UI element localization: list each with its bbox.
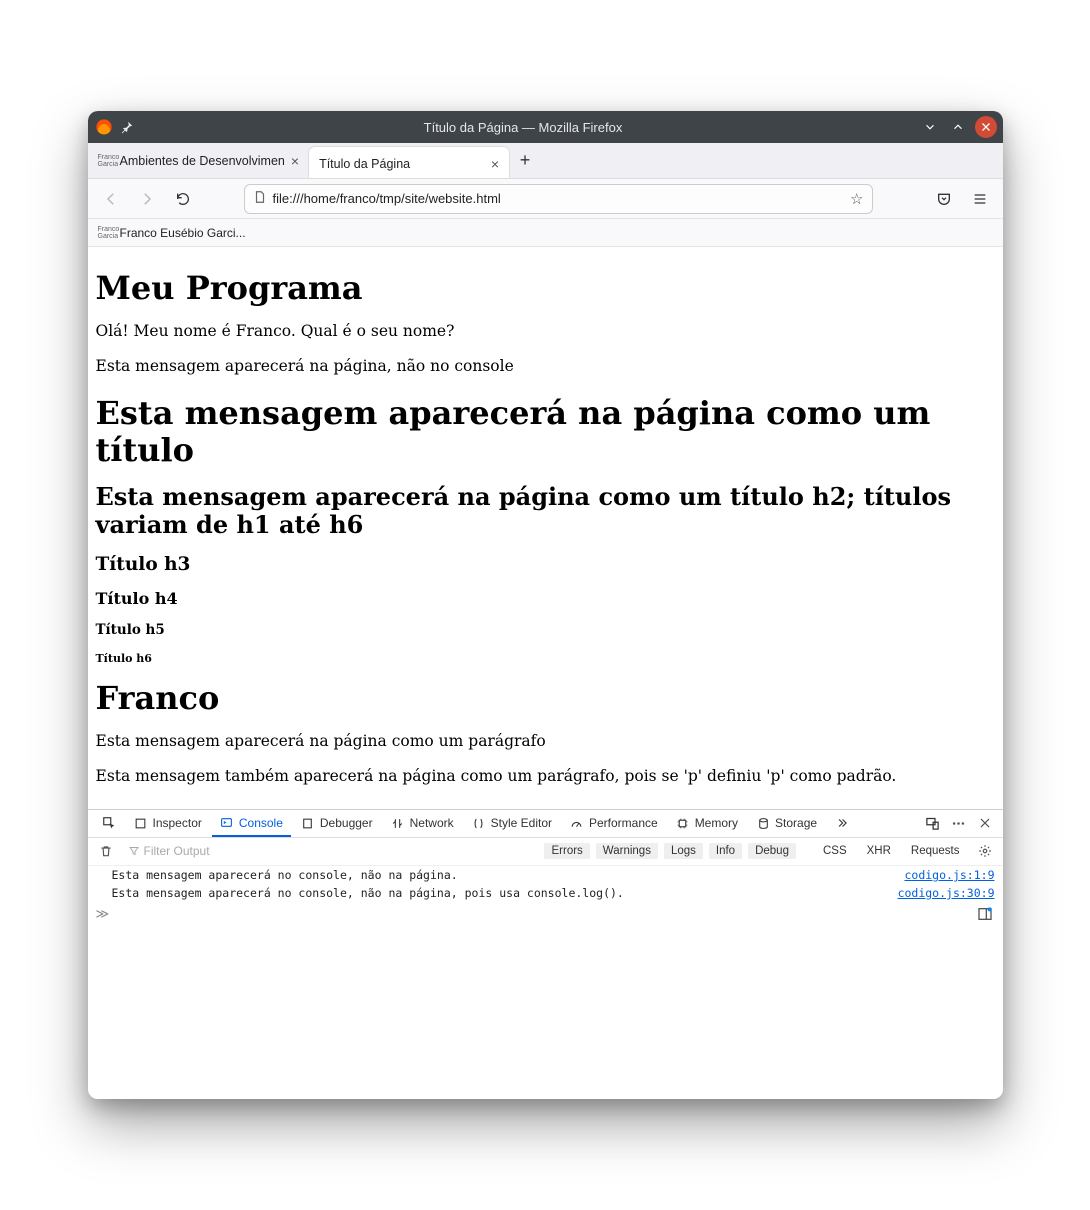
devtools-tab-inspector[interactable]: Inspector	[126, 810, 210, 837]
url-bar[interactable]: file:///home/franco/tmp/site/website.htm…	[244, 184, 873, 214]
firefox-window: Título da Página — Mozilla Firefox Franc…	[88, 111, 1003, 1099]
devtools-panel: Inspector Console Debugger Network Style…	[88, 809, 1003, 1099]
devtools-overflow-button[interactable]	[827, 810, 857, 837]
heading-h3: Título h3	[96, 554, 995, 575]
console-input-row[interactable]: ≫	[88, 902, 1003, 928]
window-title: Título da Página — Mozilla Firefox	[134, 120, 913, 135]
devtools-close-button[interactable]	[973, 811, 997, 835]
url-text: file:///home/franco/tmp/site/website.htm…	[273, 191, 501, 206]
forward-button[interactable]	[132, 184, 162, 214]
devtools-tab-console[interactable]: Console	[212, 810, 291, 837]
tab-strip: FrancoGarcia Ambientes de Desenvolvimen …	[88, 143, 1003, 179]
paragraph: Esta mensagem aparecerá na página como u…	[96, 731, 995, 752]
new-tab-button[interactable]: +	[509, 143, 541, 178]
heading-h4: Título h4	[96, 589, 995, 608]
heading-h1: Meu Programa	[96, 269, 995, 307]
devtools-tab-styleeditor[interactable]: Style Editor	[464, 810, 560, 837]
toggle-warnings[interactable]: Warnings	[596, 843, 658, 859]
console-toolbar: Filter Output Errors Warnings Logs Info …	[88, 838, 1003, 866]
prompt-icon: ≫	[96, 907, 110, 922]
file-icon	[253, 190, 267, 207]
minimize-button[interactable]	[919, 116, 941, 138]
nav-toolbar: file:///home/franco/tmp/site/website.htm…	[88, 179, 1003, 219]
pin-icon[interactable]	[120, 120, 134, 134]
toggle-requests[interactable]: Requests	[904, 843, 967, 859]
console-line: Esta mensagem aparecerá no console, não …	[88, 866, 1003, 884]
pocket-button[interactable]	[929, 184, 959, 214]
devtools-tab-network[interactable]: Network	[383, 810, 462, 837]
favicon-icon: FrancoGarcia	[98, 225, 114, 241]
devtools-tab-storage[interactable]: Storage	[748, 810, 825, 837]
back-button[interactable]	[96, 184, 126, 214]
devtools-tab-debugger[interactable]: Debugger	[293, 810, 381, 837]
devtools-tab-performance[interactable]: Performance	[562, 810, 666, 837]
maximize-button[interactable]	[947, 116, 969, 138]
source-link[interactable]: codigo.js:1:9	[904, 868, 994, 882]
toggle-errors[interactable]: Errors	[544, 843, 589, 859]
bookmark-item[interactable]: Franco Eusébio Garci...	[120, 226, 246, 240]
bookmark-star-icon[interactable]: ☆	[850, 190, 863, 208]
devtools-picker-button[interactable]	[94, 810, 124, 837]
toggle-info[interactable]: Info	[709, 843, 742, 859]
devtools-tab-memory[interactable]: Memory	[668, 810, 746, 837]
toggle-debug[interactable]: Debug	[748, 843, 796, 859]
page-content: Meu Programa Olá! Meu nome é Franco. Qua…	[88, 247, 1003, 809]
paragraph: Esta mensagem também aparecerá na página…	[96, 766, 995, 787]
heading-h6: Título h6	[96, 652, 995, 665]
toggle-css[interactable]: CSS	[816, 843, 854, 859]
devtools-tabs: Inspector Console Debugger Network Style…	[88, 810, 1003, 838]
app-menu-button[interactable]	[965, 184, 995, 214]
tab-label: Ambientes de Desenvolvimen	[120, 154, 285, 168]
tab-active[interactable]: Título da Página ×	[309, 147, 509, 178]
tab-close-icon[interactable]: ×	[491, 157, 499, 171]
paragraph: Esta mensagem aparecerá na página, não n…	[96, 356, 995, 377]
clear-console-button[interactable]	[94, 839, 118, 863]
heading-h2: Esta mensagem aparecerá na página como u…	[96, 483, 995, 541]
toggle-logs[interactable]: Logs	[664, 843, 703, 859]
toggle-xhr[interactable]: XHR	[860, 843, 898, 859]
filter-input[interactable]: Filter Output	[128, 844, 210, 858]
split-console-icon[interactable]	[977, 906, 995, 924]
tab-label: Título da Página	[319, 157, 410, 171]
heading-h1: Esta mensagem aparecerá na página como u…	[96, 395, 995, 469]
favicon-icon: FrancoGarcia	[98, 153, 114, 169]
paragraph: Olá! Meu nome é Franco. Qual é o seu nom…	[96, 321, 995, 342]
devtools-meatball-button[interactable]	[947, 811, 971, 835]
heading-h1: Franco	[96, 679, 995, 717]
tab-close-icon[interactable]: ×	[291, 154, 299, 168]
console-line: Esta mensagem aparecerá no console, não …	[88, 884, 1003, 902]
window-titlebar: Título da Página — Mozilla Firefox	[88, 111, 1003, 143]
firefox-icon	[94, 117, 114, 137]
reload-button[interactable]	[168, 184, 198, 214]
heading-h5: Título h5	[96, 622, 995, 638]
devtools-responsive-button[interactable]	[921, 811, 945, 835]
source-link[interactable]: codigo.js:30:9	[898, 886, 995, 900]
tab-background[interactable]: FrancoGarcia Ambientes de Desenvolvimen …	[88, 143, 310, 178]
console-output: Esta mensagem aparecerá no console, não …	[88, 866, 1003, 1099]
close-button[interactable]	[975, 116, 997, 138]
console-settings-button[interactable]	[973, 839, 997, 863]
bookmarks-bar: FrancoGarcia Franco Eusébio Garci...	[88, 219, 1003, 247]
